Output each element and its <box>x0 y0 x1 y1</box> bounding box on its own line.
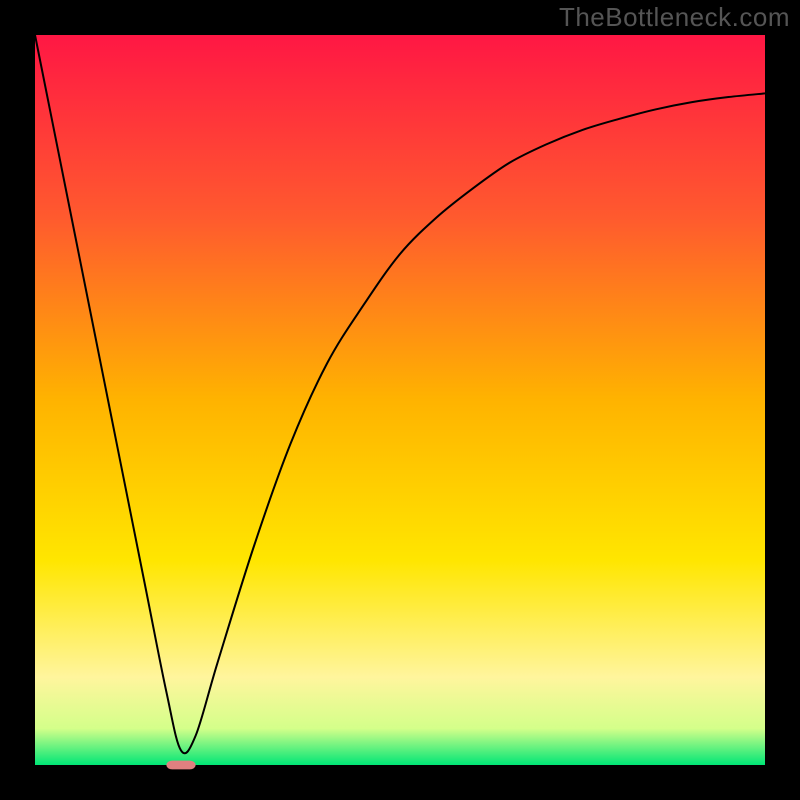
bottleneck-curve-chart <box>0 0 800 800</box>
chart-plot-area <box>35 35 765 765</box>
chart-stage: TheBottleneck.com <box>0 0 800 800</box>
minimum-marker <box>166 761 195 770</box>
watermark-text: TheBottleneck.com <box>559 2 790 33</box>
